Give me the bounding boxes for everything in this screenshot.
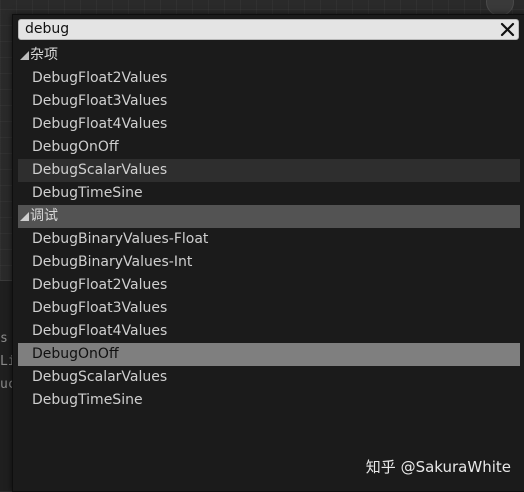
list-item[interactable]: DebugTimeSine bbox=[18, 389, 520, 412]
list-item[interactable]: DebugFloat2Values bbox=[18, 67, 520, 90]
clear-search-button[interactable] bbox=[499, 21, 516, 38]
node-search-menu: 杂项 DebugFloat2Values DebugFloat3Values D… bbox=[12, 14, 524, 492]
category-misc[interactable]: 杂项 bbox=[18, 44, 520, 67]
list-item[interactable]: DebugTimeSine bbox=[18, 182, 520, 205]
details-panel-edge: s Li uc bbox=[0, 280, 12, 491]
watermark: 知乎 @SakuraWhite bbox=[365, 458, 511, 476]
category-debug[interactable]: 调试 bbox=[18, 205, 520, 228]
expand-arrow-icon[interactable] bbox=[18, 205, 30, 228]
list-item-selected[interactable]: DebugOnOff bbox=[18, 343, 520, 366]
list-item[interactable]: DebugFloat3Values bbox=[18, 297, 520, 320]
panel-text: uc bbox=[0, 377, 12, 392]
list-item[interactable]: DebugFloat2Values bbox=[18, 274, 520, 297]
list-item[interactable]: DebugOnOff bbox=[18, 136, 520, 159]
category-label: 调试 bbox=[30, 208, 58, 224]
close-icon bbox=[500, 22, 515, 37]
panel-text: s bbox=[0, 331, 8, 346]
list-item[interactable]: DebugBinaryValues-Int bbox=[18, 251, 520, 274]
list-item[interactable]: DebugScalarValues bbox=[18, 366, 520, 389]
search-box bbox=[18, 19, 519, 40]
list-item[interactable]: DebugScalarValues bbox=[18, 159, 520, 182]
category-label: 杂项 bbox=[30, 47, 58, 63]
search-input[interactable] bbox=[25, 20, 485, 39]
expand-arrow-icon[interactable] bbox=[18, 44, 30, 67]
list-item[interactable]: DebugFloat4Values bbox=[18, 113, 520, 136]
list-item[interactable]: DebugFloat3Values bbox=[18, 90, 520, 113]
list-item[interactable]: DebugFloat4Values bbox=[18, 320, 520, 343]
results-list: 杂项 DebugFloat2Values DebugFloat3Values D… bbox=[18, 44, 520, 412]
list-item[interactable]: DebugBinaryValues-Float bbox=[18, 228, 520, 251]
panel-text: Li bbox=[0, 354, 12, 369]
